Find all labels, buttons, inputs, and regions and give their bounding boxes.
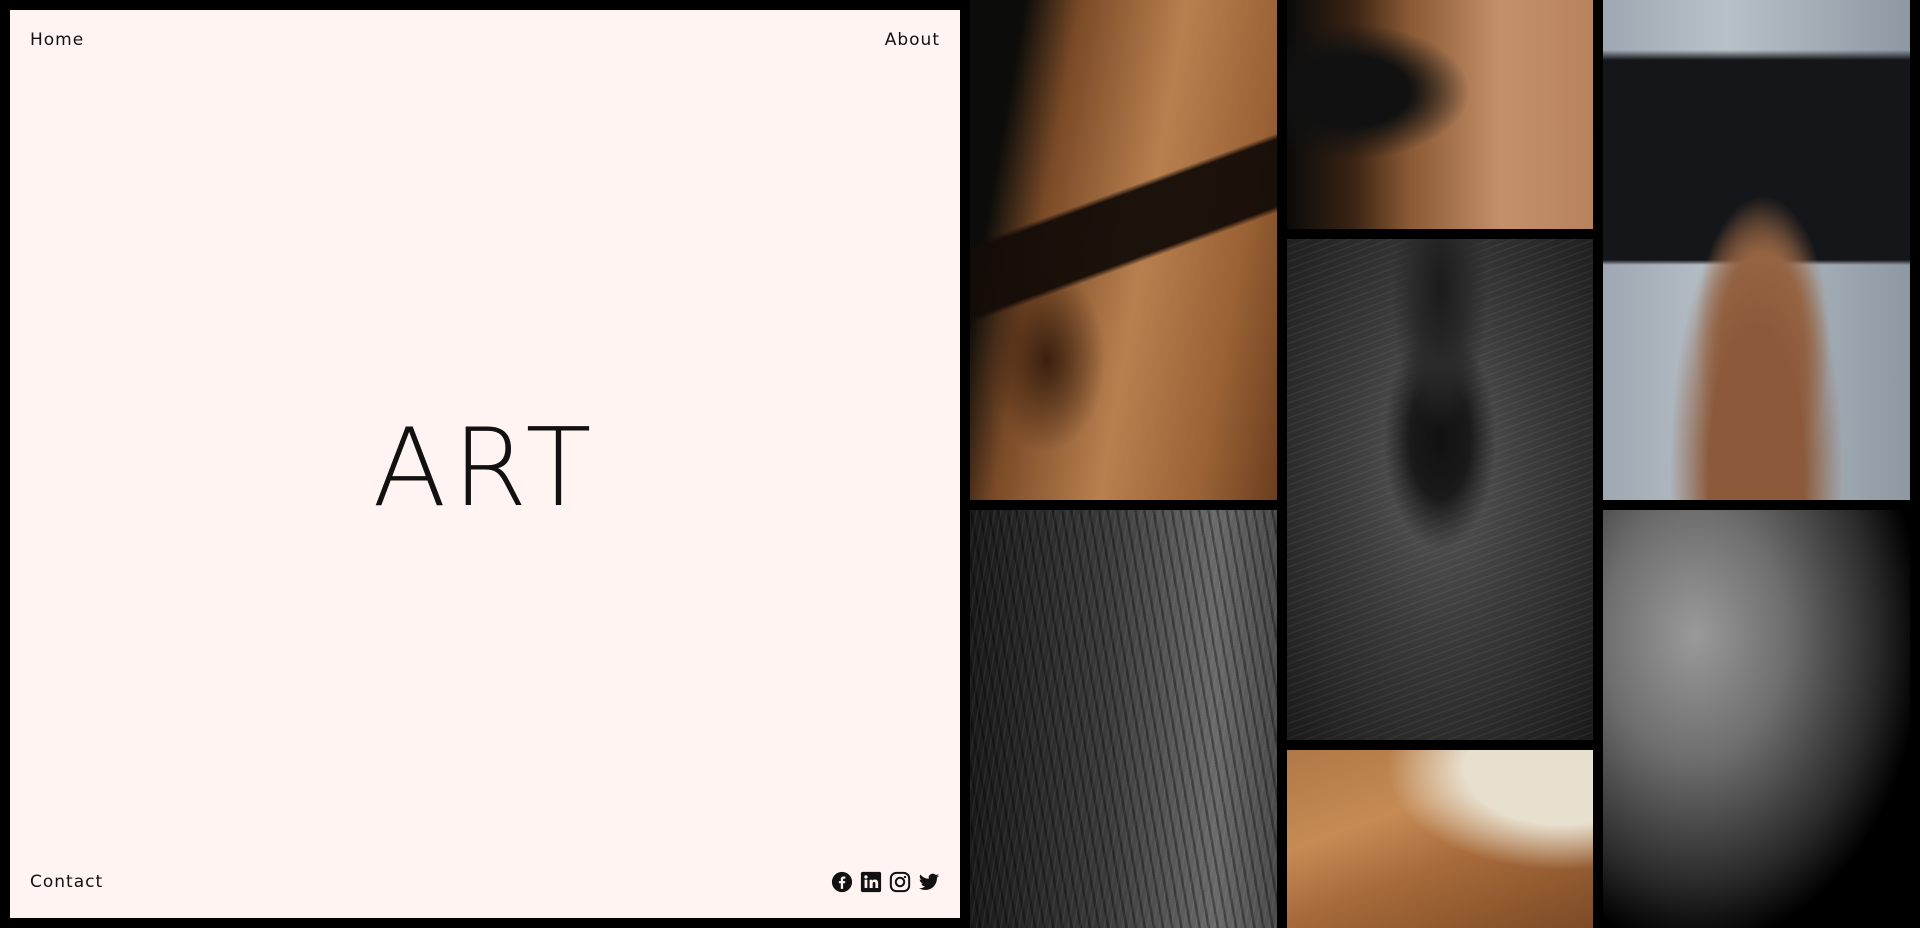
photo-shoulder-skin[interactable] bbox=[1287, 750, 1593, 928]
intro-panel: Home About ART Contact bbox=[10, 10, 960, 918]
twitter-icon[interactable] bbox=[918, 871, 940, 893]
photo-lips-hair[interactable] bbox=[1287, 239, 1593, 740]
nav-about-link[interactable]: About bbox=[885, 30, 940, 50]
hero-title: ART bbox=[372, 406, 598, 531]
social-links bbox=[831, 871, 940, 893]
photo-torso-lace[interactable] bbox=[970, 0, 1277, 500]
photo-back-bw[interactable] bbox=[1603, 510, 1910, 928]
photo-woman-black-top[interactable] bbox=[1603, 0, 1910, 500]
facebook-icon[interactable] bbox=[831, 871, 853, 893]
linkedin-icon[interactable] bbox=[860, 871, 882, 893]
nav-contact-link[interactable]: Contact bbox=[30, 872, 103, 892]
nav-home-link[interactable]: Home bbox=[30, 30, 84, 50]
instagram-icon[interactable] bbox=[889, 871, 911, 893]
photo-hair-texture[interactable] bbox=[970, 510, 1277, 928]
photo-arm-crease[interactable] bbox=[1287, 0, 1593, 229]
